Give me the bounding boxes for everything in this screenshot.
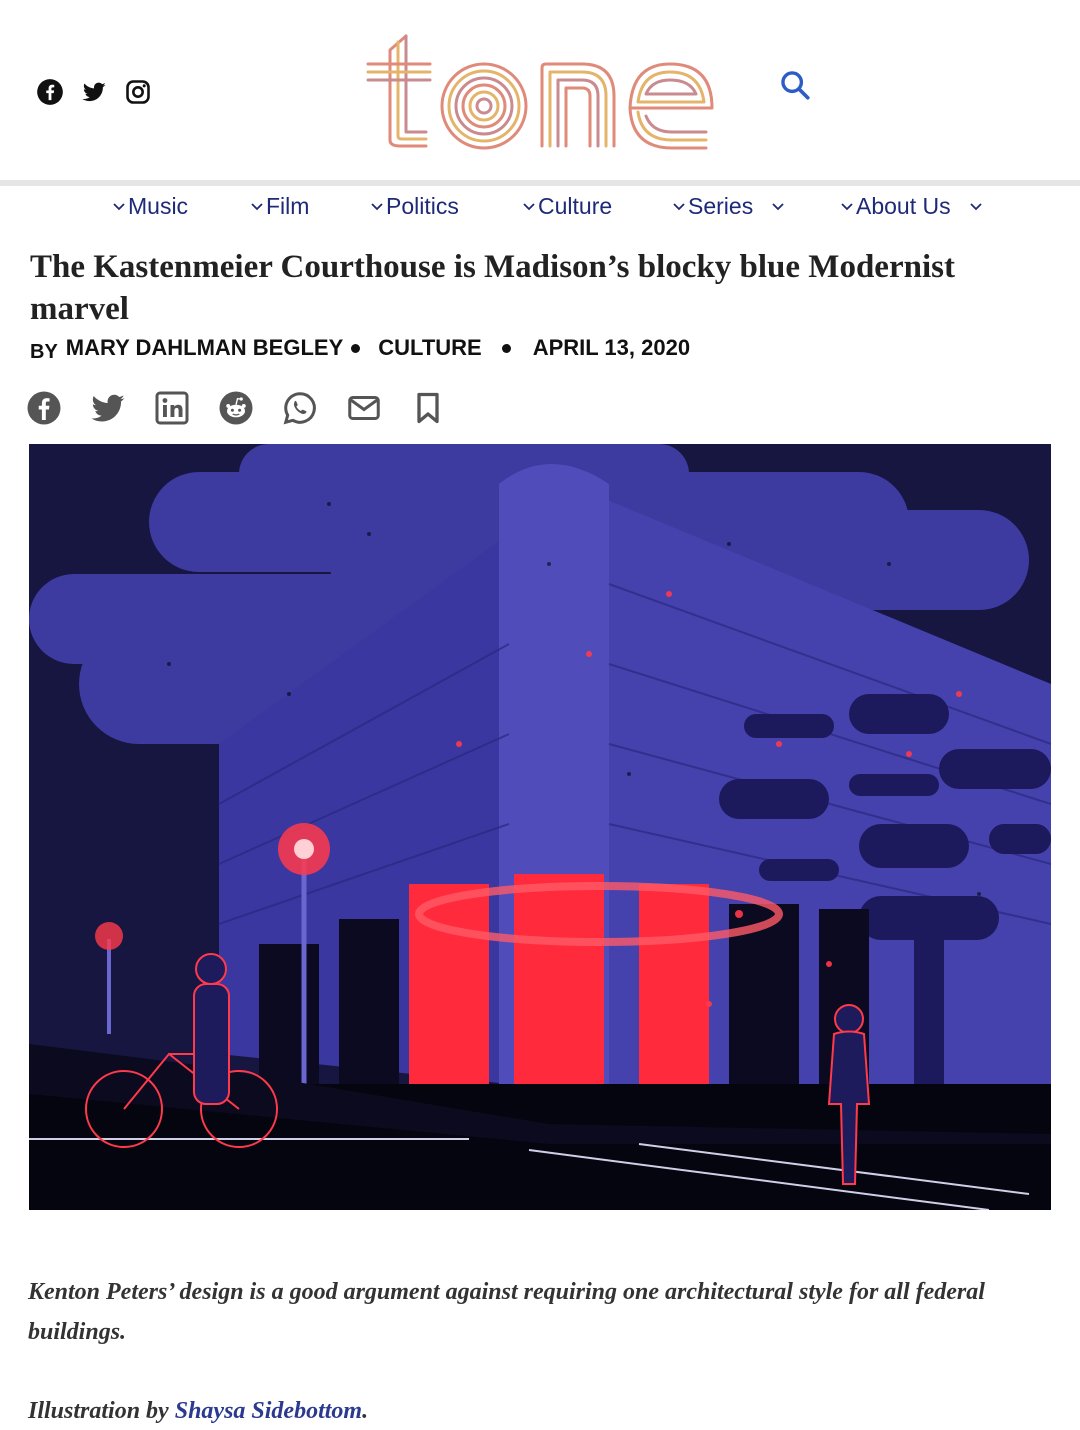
reddit-icon[interactable]: [218, 390, 254, 426]
illustration-credit: Illustration by Shaysa Sidebottom.: [28, 1394, 368, 1428]
meta-separator: [501, 343, 511, 353]
submenu-chevron-icon[interactable]: [969, 199, 983, 213]
credit-prefix: Illustration by: [28, 1398, 175, 1424]
author-link[interactable]: MARY DAHLMAN BEGLEY: [66, 335, 343, 361]
facebook-icon[interactable]: [26, 390, 62, 426]
main-nav: Music Film Politics Culture Series About…: [0, 188, 1080, 228]
whatsapp-icon[interactable]: [282, 390, 318, 426]
nav-label: Politics: [386, 192, 459, 219]
submenu-chevron-icon[interactable]: [771, 199, 785, 213]
nav-label: Series: [688, 192, 754, 219]
nav-item-music[interactable]: Music: [112, 188, 188, 224]
nav-item-about-us[interactable]: About Us: [840, 188, 983, 224]
publish-date: APRIL 13, 2020: [532, 335, 691, 360]
article-meta: BY MARY DAHLMAN BEGLEY CULTURE APRIL 13,…: [30, 332, 690, 364]
site-header: [0, 0, 1080, 180]
share-bar: [26, 390, 446, 426]
nav-label: About Us: [856, 192, 951, 219]
hero-illustration: [29, 444, 1051, 1210]
nav-label: Music: [128, 192, 189, 219]
nav-item-film[interactable]: Film: [250, 188, 309, 224]
email-icon[interactable]: [346, 390, 382, 426]
search-icon[interactable]: [778, 68, 812, 102]
article-title: The Kastenmeier Courthouse is Madison’s …: [30, 249, 955, 327]
chevron-down-icon: [251, 203, 263, 211]
meta-separator: [351, 343, 361, 353]
chevron-down-icon: [523, 203, 535, 211]
chevron-down-icon: [841, 203, 853, 211]
facebook-icon[interactable]: [36, 78, 64, 106]
chevron-down-icon: [371, 203, 383, 211]
twitter-icon[interactable]: [90, 390, 126, 426]
byline-prefix: BY: [30, 340, 58, 363]
nav-item-politics[interactable]: Politics: [370, 188, 459, 224]
site-logo[interactable]: [360, 28, 720, 158]
instagram-icon[interactable]: [124, 78, 152, 106]
nav-label: Culture: [538, 192, 613, 219]
twitter-icon[interactable]: [80, 78, 108, 106]
header-divider: [0, 180, 1080, 186]
illustrator-link[interactable]: Shaysa Sidebottom: [175, 1398, 362, 1424]
linkedin-icon[interactable]: [154, 390, 190, 426]
credit-suffix: .: [362, 1398, 369, 1424]
category-link[interactable]: CULTURE: [378, 335, 481, 361]
chevron-down-icon: [113, 203, 125, 211]
nav-item-series[interactable]: Series: [672, 188, 785, 224]
nav-label: Film: [266, 192, 310, 219]
bookmark-icon[interactable]: [410, 390, 446, 426]
nav-item-culture[interactable]: Culture: [522, 188, 612, 224]
social-links: [36, 78, 152, 106]
chevron-down-icon: [673, 203, 685, 211]
image-caption: Kenton Peters’ design is a good argument…: [28, 1279, 985, 1345]
